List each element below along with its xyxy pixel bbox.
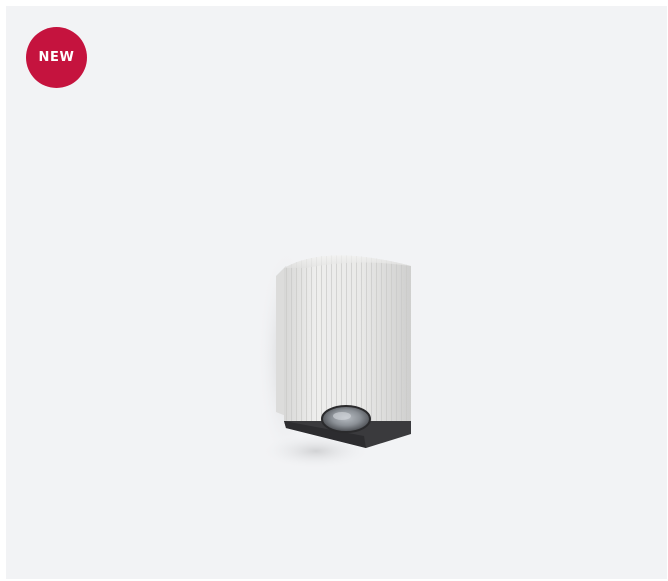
new-badge: NEW: [26, 27, 87, 88]
product-card[interactable]: NEW: [6, 6, 667, 579]
fixture-ribs: [284, 255, 411, 421]
lens-glare: [333, 412, 351, 420]
wall-light-fixture-icon[interactable]: [246, 236, 426, 476]
new-badge-label: NEW: [38, 50, 75, 65]
